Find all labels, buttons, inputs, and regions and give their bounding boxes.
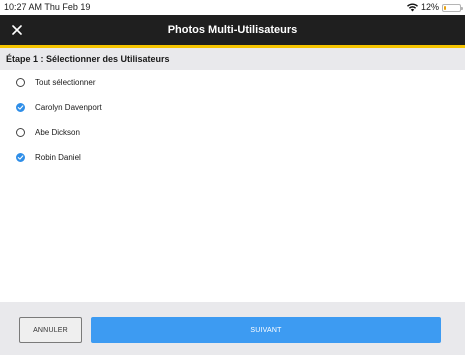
footer-bar: ANNULER SUIVANT xyxy=(0,302,465,355)
option-label: Abe Dickson xyxy=(35,128,80,137)
option-label: Carolyn Davenport xyxy=(35,103,102,112)
battery-percent: 12% xyxy=(420,2,439,12)
wifi-icon xyxy=(406,3,418,12)
option-label: Robin Daniel xyxy=(35,153,81,162)
title-bar: Photos Multi-Utilisateurs xyxy=(0,15,465,48)
page-title: Photos Multi-Utilisateurs xyxy=(167,24,298,36)
check-circle-icon[interactable] xyxy=(16,103,25,112)
check-circle-icon[interactable] xyxy=(16,153,25,162)
user-option[interactable]: Carolyn Davenport xyxy=(0,95,465,120)
status-bar: 10:27 AM Thu Feb 19 12% xyxy=(0,0,465,15)
status-time: 10:27 AM Thu Feb 19 xyxy=(4,2,91,12)
radio-unchecked-icon[interactable] xyxy=(16,128,25,137)
select-all-option[interactable]: Tout sélectionner xyxy=(0,70,465,95)
cancel-button[interactable]: ANNULER xyxy=(19,317,82,343)
user-list: Tout sélectionner Carolyn Davenport Abe … xyxy=(0,70,465,170)
battery-icon xyxy=(442,3,463,12)
next-button[interactable]: SUIVANT xyxy=(91,317,441,343)
status-indicators: 12% xyxy=(406,0,463,15)
radio-unchecked-icon[interactable] xyxy=(16,78,25,87)
user-option[interactable]: Robin Daniel xyxy=(0,145,465,170)
step-header: Étape 1 : Sélectionner des Utilisateurs xyxy=(0,48,465,70)
option-label: Tout sélectionner xyxy=(35,78,96,87)
user-option[interactable]: Abe Dickson xyxy=(0,120,465,145)
